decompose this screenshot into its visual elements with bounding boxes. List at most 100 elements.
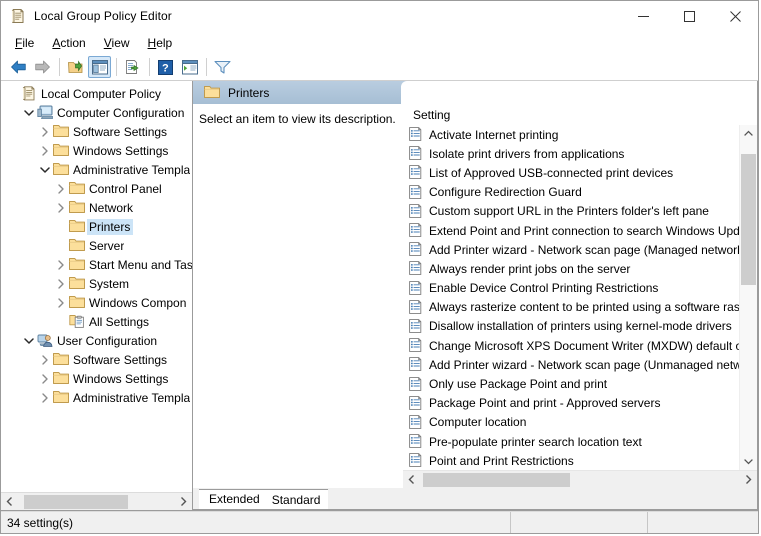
tree-hscroll-thumb[interactable] xyxy=(24,494,128,509)
settings-list-row[interactable]: Always rasterize content to be printed u… xyxy=(403,298,739,317)
tree-hscroll-track[interactable] xyxy=(18,493,175,510)
settings-list-row[interactable]: Isolate print drivers from applications xyxy=(403,144,739,163)
tab-standard[interactable]: Standard xyxy=(261,489,329,509)
help-button[interactable]: ? xyxy=(154,56,177,78)
settings-list-row[interactable]: Activate Internet printing xyxy=(403,125,739,144)
tree-scroll-right-arrow[interactable] xyxy=(175,493,192,510)
settings-list-header[interactable]: Setting xyxy=(403,104,757,125)
show-hide-action-pane-button[interactable] xyxy=(178,56,201,78)
tab-extended[interactable]: Extended xyxy=(199,489,268,509)
tree-item-administrative-templa[interactable]: Administrative Templa xyxy=(1,160,192,179)
chevron-right-icon[interactable] xyxy=(53,293,69,312)
close-button[interactable] xyxy=(712,1,758,31)
settings-list-row[interactable]: Custom support URL in the Printers folde… xyxy=(403,202,739,221)
tree-item-network[interactable]: Network xyxy=(1,198,192,217)
settings-scroll-left-arrow[interactable] xyxy=(403,471,420,488)
settings-list[interactable]: Activate Internet printing Isolate print … xyxy=(403,125,739,470)
chevron-right-icon[interactable] xyxy=(37,350,53,369)
chevron-down-icon[interactable] xyxy=(21,331,37,350)
chevron-right-icon[interactable] xyxy=(53,198,69,217)
tree-item-system[interactable]: System xyxy=(1,274,192,293)
tree-item-windows-compon[interactable]: Windows Compon xyxy=(1,293,192,312)
folder-icon xyxy=(53,352,69,368)
chevron-right-icon[interactable] xyxy=(37,122,53,141)
tree-item-local-computer-policy[interactable]: Local Computer Policy xyxy=(1,84,192,103)
menu-help[interactable]: Help xyxy=(139,34,182,52)
tree-item-user-configuration[interactable]: User Configuration xyxy=(1,331,192,350)
chevron-right-icon[interactable] xyxy=(53,179,69,198)
chevron-right-icon[interactable] xyxy=(37,141,53,160)
back-button[interactable] xyxy=(7,56,30,78)
export-list-button[interactable] xyxy=(121,56,144,78)
policy-setting-icon xyxy=(409,395,423,411)
tree-item-server[interactable]: Server xyxy=(1,236,192,255)
settings-list-row[interactable]: Configure Redirection Guard xyxy=(403,183,739,202)
settings-list-row[interactable]: Computer location xyxy=(403,413,739,432)
scroll-up-arrow[interactable] xyxy=(740,125,757,142)
settings-list-row[interactable]: Extend Point and Print connection to sea… xyxy=(403,221,739,240)
minimize-button[interactable] xyxy=(620,1,666,31)
settings-list-row[interactable]: Add Printer wizard - Network scan page (… xyxy=(403,355,739,374)
tree-item-windows-settings[interactable]: Windows Settings xyxy=(1,141,192,160)
up-one-level-button[interactable] xyxy=(64,56,87,78)
chevron-down-icon[interactable] xyxy=(37,160,53,179)
tree-item-label: Printers xyxy=(87,218,134,235)
results-pane: Printers Select an item to view its desc… xyxy=(193,81,758,511)
pane-columns: Select an item to view its description. … xyxy=(193,104,757,488)
forward-button[interactable] xyxy=(31,56,54,78)
console-tree[interactable]: Local Computer Policy Computer Configurat… xyxy=(1,81,192,492)
settings-vscroll-thumb[interactable] xyxy=(741,154,756,286)
menu-bar: File Action View Help xyxy=(1,31,758,54)
scroll-down-arrow[interactable] xyxy=(740,453,757,470)
tree-horizontal-scrollbar[interactable] xyxy=(1,492,192,510)
chevron-right-icon[interactable] xyxy=(53,274,69,293)
settings-list-row[interactable]: Change Microsoft XPS Document Writer (MX… xyxy=(403,336,739,355)
show-hide-console-tree-button[interactable] xyxy=(88,56,111,78)
chevron-down-icon[interactable] xyxy=(21,103,37,122)
settings-list-row[interactable]: Add Printer wizard - Network scan page (… xyxy=(403,240,739,259)
filter-button[interactable] xyxy=(211,56,234,78)
settings-vscroll-track[interactable] xyxy=(740,142,757,453)
tree-item-printers[interactable]: Printers xyxy=(1,217,192,236)
settings-scroll-right-arrow[interactable] xyxy=(740,471,757,488)
toolbar-separator xyxy=(59,58,60,76)
tree-item-administrative-templa[interactable]: Administrative Templa xyxy=(1,388,192,407)
settings-list-row[interactable]: Disallow installation of printers using … xyxy=(403,317,739,336)
settings-hscroll-track[interactable] xyxy=(420,471,740,488)
description-text: Select an item to view its description. xyxy=(199,112,396,126)
menu-action[interactable]: Action xyxy=(43,34,94,52)
settings-hscroll-thumb[interactable] xyxy=(423,472,571,487)
tree-item-windows-settings[interactable]: Windows Settings xyxy=(1,369,192,388)
settings-list-row-label: List of Approved USB-connected print dev… xyxy=(429,165,674,180)
tree-item-all-settings[interactable]: All Settings xyxy=(1,312,192,331)
chevron-right-icon[interactable] xyxy=(37,369,53,388)
tree-item-control-panel[interactable]: Control Panel xyxy=(1,179,192,198)
policy-setting-icon xyxy=(409,165,423,180)
settings-vertical-scrollbar[interactable] xyxy=(739,125,757,470)
settings-list-row[interactable]: Package Point and print - Approved serve… xyxy=(403,394,739,413)
settings-list-row[interactable]: Point and Print Restrictions xyxy=(403,451,739,470)
settings-list-row[interactable]: Always render print jobs on the server xyxy=(403,259,739,278)
tree-item-computer-configuration[interactable]: Computer Configuration xyxy=(1,103,192,122)
tree-scroll-left-arrow[interactable] xyxy=(1,493,18,510)
tree-item-start-menu-and-tas[interactable]: Start Menu and Tas xyxy=(1,255,192,274)
tree-item-label: Windows Settings xyxy=(73,143,169,158)
settings-list-row[interactable]: Pre-populate printer search location tex… xyxy=(403,432,739,451)
toolbar: ? xyxy=(1,54,758,81)
policy-setting-icon xyxy=(409,261,423,276)
settings-list-row[interactable]: List of Approved USB-connected print dev… xyxy=(403,163,739,182)
settings-list-row-label: Change Microsoft XPS Document Writer (MX… xyxy=(429,338,739,353)
settings-horizontal-scrollbar[interactable] xyxy=(403,470,757,488)
settings-list-row[interactable]: Enable Device Control Printing Restricti… xyxy=(403,279,739,298)
tree-item-software-settings[interactable]: Software Settings xyxy=(1,350,192,369)
settings-list-row[interactable]: Only use Package Point and print xyxy=(403,374,739,393)
tree-item-software-settings[interactable]: Software Settings xyxy=(1,122,192,141)
maximize-button[interactable] xyxy=(666,1,712,31)
menu-view[interactable]: View xyxy=(95,34,139,52)
menu-file[interactable]: File xyxy=(6,34,43,52)
chevron-right-icon[interactable] xyxy=(37,388,53,407)
chevron-right-icon[interactable] xyxy=(53,255,69,274)
folder-icon xyxy=(53,390,69,406)
